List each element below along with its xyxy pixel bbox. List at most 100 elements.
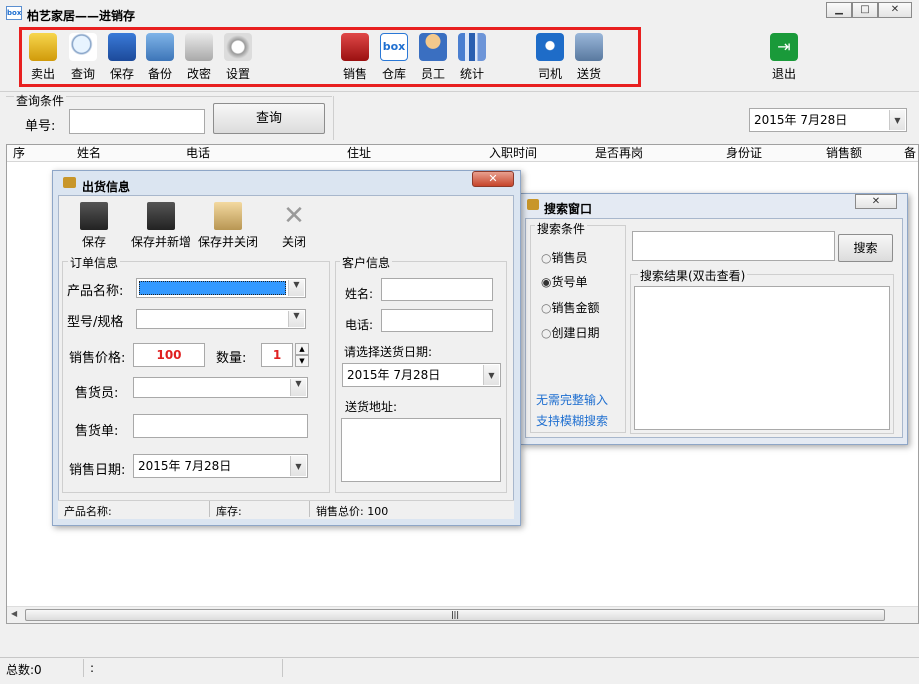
column-header[interactable]: 序 bbox=[13, 145, 25, 162]
column-header[interactable]: 姓名 bbox=[77, 145, 101, 162]
price-input[interactable]: 100 bbox=[133, 343, 205, 367]
delivery-date-picker[interactable]: 2015年 7月28日 ▼ bbox=[342, 363, 501, 387]
toolbar-query-button[interactable]: 查询 bbox=[62, 33, 104, 83]
toolbar-label: 员工 bbox=[420, 67, 445, 81]
chevron-down-icon[interactable]: ▼ bbox=[889, 110, 905, 130]
address-textarea[interactable] bbox=[341, 418, 501, 482]
column-header[interactable]: 电话 bbox=[186, 145, 210, 162]
chevron-down-icon[interactable]: ▼ bbox=[290, 456, 306, 476]
total-count: 总数:0 bbox=[6, 663, 42, 677]
scroll-left-icon[interactable]: ◀ bbox=[11, 609, 17, 618]
selection-highlight bbox=[139, 281, 286, 295]
quantity-label: 数量: bbox=[216, 351, 247, 366]
query-date-picker[interactable]: 2015年 7月28日 ▼ bbox=[749, 108, 907, 132]
seller-combo[interactable]: ▼ bbox=[133, 377, 308, 398]
customer-name-input[interactable] bbox=[381, 278, 493, 301]
chevron-down-icon[interactable]: ▼ bbox=[483, 365, 499, 385]
dialog-toolbar-label: 保存并新增 bbox=[130, 235, 191, 249]
column-header[interactable]: 是否再岗 bbox=[595, 145, 643, 162]
ticket-input[interactable] bbox=[133, 414, 308, 438]
toolbar-settings-button[interactable]: 设置 bbox=[217, 33, 259, 83]
chevron-down-icon[interactable]: ▼ bbox=[288, 280, 304, 296]
dialog-close-button[interactable]: ✕ 关闭 bbox=[274, 202, 314, 250]
quantity-input[interactable]: 1 bbox=[261, 343, 293, 367]
shipment-status-bar bbox=[58, 500, 514, 519]
search-button[interactable]: 搜索 bbox=[838, 234, 893, 262]
search-keyword-input[interactable] bbox=[632, 231, 835, 261]
dialog-save-button[interactable]: 保存 bbox=[74, 202, 114, 250]
toolbar-exit-button[interactable]: ⇥ 退出 bbox=[763, 33, 805, 83]
column-header[interactable]: 销售额 bbox=[826, 145, 862, 162]
radio-label: 创建日期 bbox=[551, 326, 600, 340]
toolbar-sell-button[interactable]: 卖出 bbox=[22, 33, 64, 83]
save-icon bbox=[108, 33, 136, 61]
toolbar-staff-button[interactable]: 员工 bbox=[412, 33, 454, 83]
column-header[interactable]: 入职时间 bbox=[489, 145, 537, 162]
minimize-button[interactable]: ▁ bbox=[826, 2, 852, 18]
toolbar-backup-button[interactable]: 备份 bbox=[139, 33, 181, 83]
exit-icon: ⇥ bbox=[770, 33, 798, 61]
search-hint-1: 无需完整输入 bbox=[536, 393, 609, 407]
toolbar-label: 卖出 bbox=[30, 67, 55, 81]
column-header[interactable]: 备 bbox=[904, 145, 916, 162]
magnifier-icon bbox=[69, 33, 97, 61]
toolbar-save-button[interactable]: 保存 bbox=[101, 33, 143, 83]
toolbar-stats-button[interactable]: 统计 bbox=[451, 33, 493, 83]
radio-icon: ○ bbox=[541, 326, 552, 340]
column-header[interactable]: 住址 bbox=[347, 145, 371, 162]
dialog-save-close-button[interactable]: 保存并关闭 bbox=[196, 202, 260, 250]
horizontal-scrollbar[interactable]: ◀ ||| bbox=[7, 606, 918, 623]
toolbar-driver-button[interactable]: 司机 bbox=[529, 33, 571, 83]
customer-phone-input[interactable] bbox=[381, 309, 493, 332]
customer-info-label: 客户信息 bbox=[340, 254, 393, 271]
toolbar-password-button[interactable]: 改密 bbox=[178, 33, 220, 83]
radio-salesperson[interactable]: ○销售员 bbox=[541, 249, 588, 266]
column-header[interactable]: 身份证 bbox=[726, 145, 762, 162]
ticket-label: 售货单: bbox=[75, 424, 119, 439]
radio-label: 货号单 bbox=[551, 275, 588, 289]
search-results-label: 搜索结果(双击查看) bbox=[638, 267, 748, 284]
search-window-title: 搜索窗口 bbox=[544, 202, 593, 216]
toolbar-label: 查询 bbox=[70, 67, 95, 81]
sale-date-picker[interactable]: 2015年 7月28日 ▼ bbox=[133, 454, 308, 478]
floppy-plus-icon bbox=[147, 202, 175, 230]
search-close-button[interactable]: ✕ bbox=[855, 194, 897, 209]
radio-order-no[interactable]: ◉货号单 bbox=[541, 273, 588, 290]
maximize-button[interactable]: □ bbox=[852, 2, 878, 18]
order-no-label: 单号: bbox=[25, 119, 56, 134]
radio-icon: ○ bbox=[541, 251, 552, 265]
truck-icon bbox=[575, 33, 603, 61]
radio-create-date[interactable]: ○创建日期 bbox=[541, 324, 600, 341]
query-button[interactable]: 查询 bbox=[213, 103, 325, 134]
quantity-up-icon[interactable]: ▲ bbox=[295, 343, 309, 355]
query-date-value: 2015年 7月28日 bbox=[754, 113, 848, 127]
quantity-down-icon[interactable]: ▼ bbox=[295, 355, 309, 367]
product-name-combo[interactable]: ▼ bbox=[136, 278, 306, 298]
model-label: 型号/规格 bbox=[67, 315, 124, 330]
model-combo[interactable]: ▼ bbox=[136, 309, 306, 329]
toolbar-divider bbox=[0, 91, 919, 92]
grid-header bbox=[7, 145, 918, 162]
shipment-window-title: 出货信息 bbox=[82, 180, 131, 194]
toolbar-delivery-button[interactable]: 送货 bbox=[568, 33, 610, 83]
dialog-save-new-button[interactable]: 保存并新增 bbox=[130, 202, 192, 250]
close-button[interactable]: ✕ bbox=[878, 2, 912, 18]
seller-label: 售货员: bbox=[75, 386, 119, 401]
order-no-input[interactable] bbox=[69, 109, 205, 134]
toolbar-label: 保存 bbox=[109, 67, 134, 81]
scroll-thumb[interactable]: ||| bbox=[25, 609, 885, 621]
product-name-label: 产品名称: bbox=[67, 284, 124, 299]
toolbar-label: 备份 bbox=[147, 67, 172, 81]
gear-icon bbox=[224, 33, 252, 61]
shipment-close-button[interactable]: ✕ bbox=[472, 171, 514, 187]
toolbar-sales-button[interactable]: 销售 bbox=[334, 33, 376, 83]
window-icon bbox=[527, 199, 539, 210]
radio-sales-amount[interactable]: ○销售金额 bbox=[541, 299, 600, 316]
chevron-down-icon[interactable]: ▼ bbox=[290, 379, 306, 396]
sale-date-label: 销售日期: bbox=[69, 463, 126, 478]
search-results-list[interactable] bbox=[634, 286, 890, 430]
chevron-down-icon[interactable]: ▼ bbox=[288, 311, 304, 327]
bar-chart-icon bbox=[458, 33, 486, 61]
toolbar-warehouse-button[interactable]: box 仓库 bbox=[373, 33, 415, 83]
toolbar-label: 销售 bbox=[342, 67, 367, 81]
